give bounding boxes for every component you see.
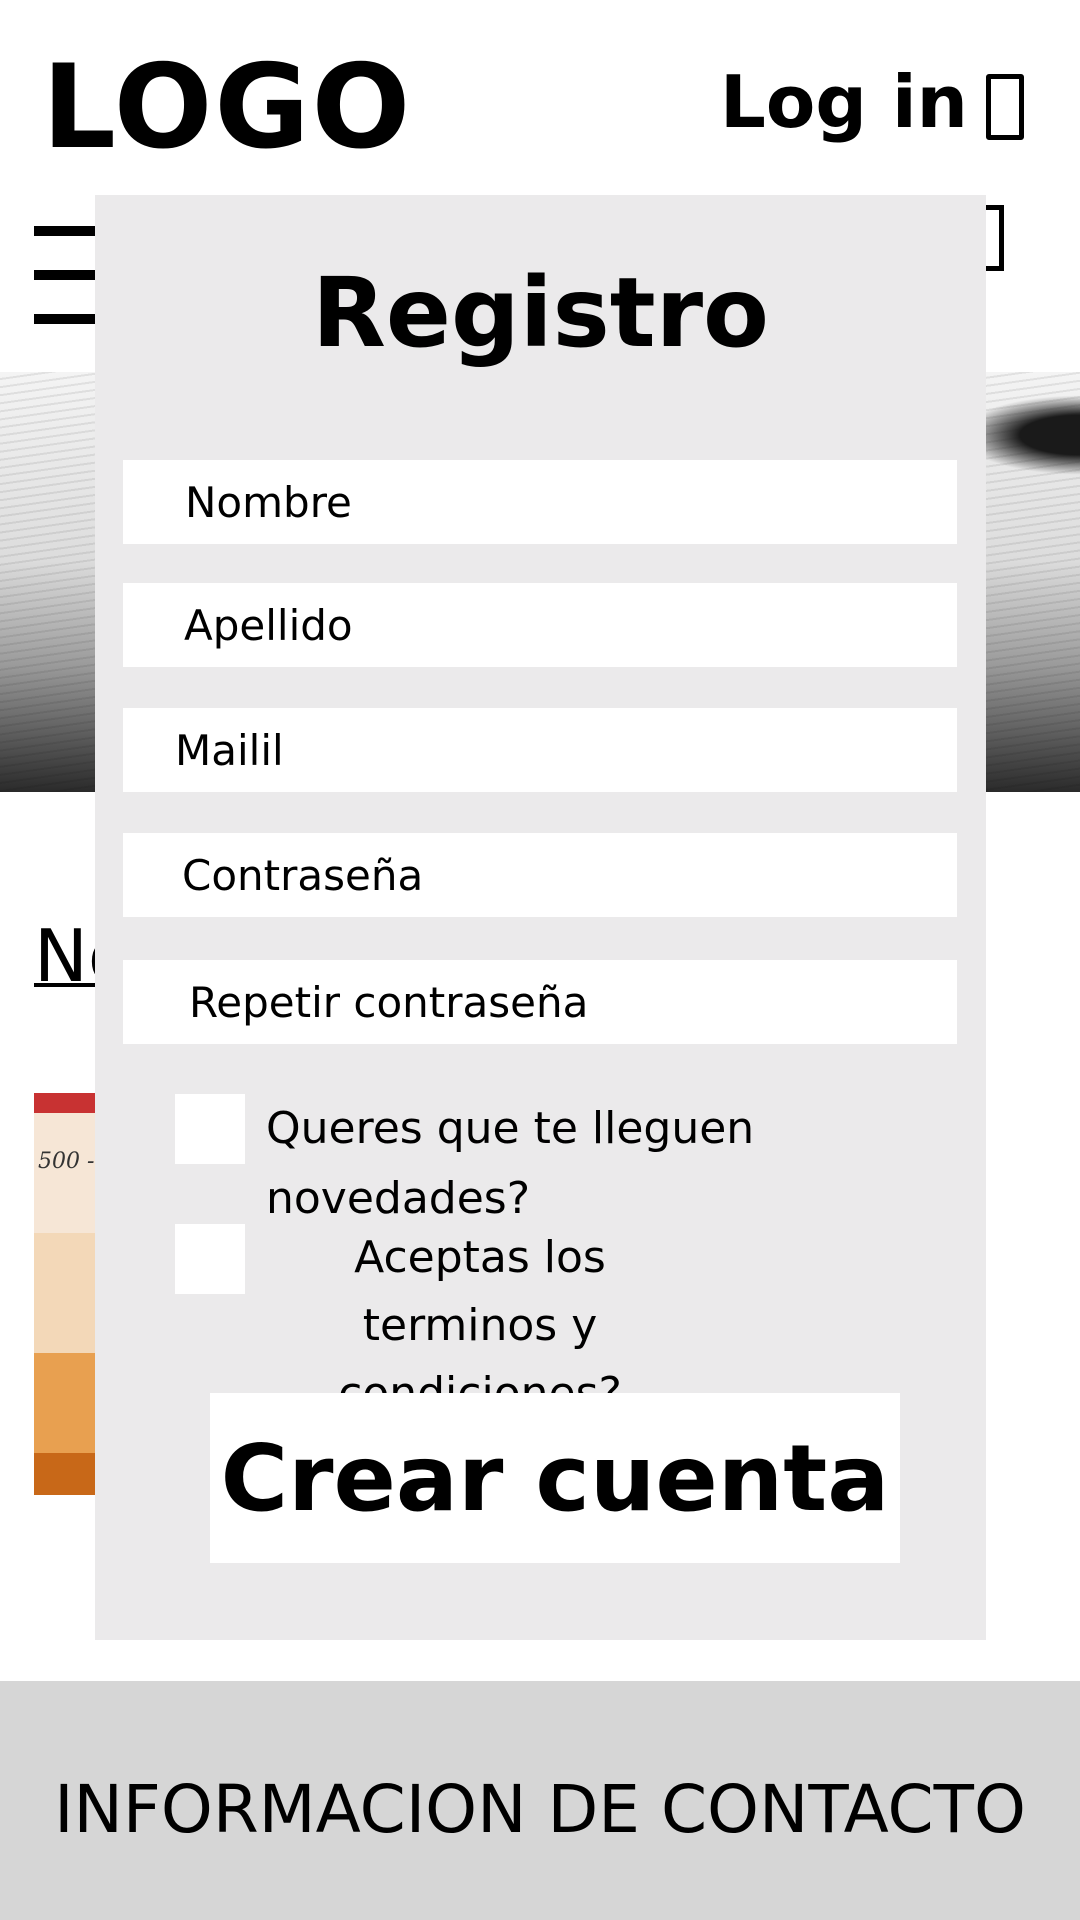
repeat-password-input[interactable] xyxy=(123,960,957,1044)
footer: INFORMACION DE CONTACTO xyxy=(0,1681,1080,1920)
newsletter-checkbox[interactable] xyxy=(175,1094,245,1164)
password-input[interactable] xyxy=(123,833,957,917)
terms-label-line1: Aceptas los terminos y xyxy=(354,1232,606,1351)
product-price-fragment: 500 - xyxy=(38,1149,95,1174)
footer-contact-info: INFORMACION DE CONTACTO xyxy=(54,1771,1026,1848)
terms-checkbox[interactable] xyxy=(175,1224,245,1294)
newsletter-label: Queres que te lleguen novedades? xyxy=(266,1103,755,1224)
modal-title: Registro xyxy=(312,257,769,369)
registration-modal: Registro Queres que te lleguen novedades… xyxy=(95,195,986,1640)
mail-input[interactable] xyxy=(123,708,957,792)
nombre-input[interactable] xyxy=(123,460,957,544)
login-link[interactable]: Log in xyxy=(720,66,968,138)
create-account-button[interactable]: Crear cuenta xyxy=(210,1393,900,1563)
apellido-input[interactable] xyxy=(123,583,957,667)
logo[interactable]: LOGO xyxy=(42,50,412,166)
user-icon[interactable] xyxy=(986,74,1024,140)
